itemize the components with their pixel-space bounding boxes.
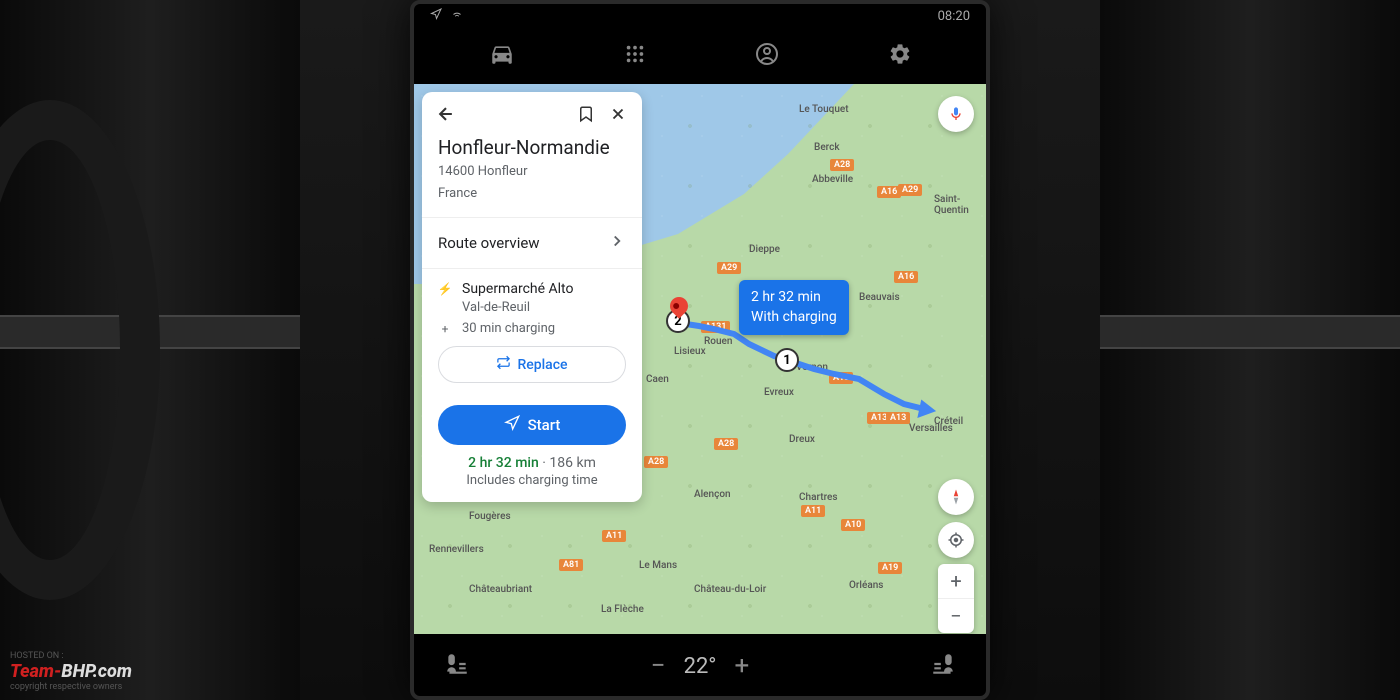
road-badge: A28 bbox=[830, 159, 854, 171]
route-info-card: Honfleur-Normandie 14600 Honfleur France… bbox=[422, 92, 642, 502]
plus-icon: + bbox=[438, 322, 452, 336]
trip-distance: 186 km bbox=[549, 455, 595, 471]
road-badge: A13 bbox=[886, 412, 910, 424]
clock: 08:20 bbox=[938, 9, 970, 24]
start-button[interactable]: Start bbox=[438, 405, 626, 445]
city-label: Château-du-Loir bbox=[694, 584, 766, 595]
back-button[interactable] bbox=[434, 102, 458, 126]
road-badge: A131 bbox=[701, 321, 730, 333]
stop-name: Supermarché Alto bbox=[462, 281, 573, 297]
trip-summary: 2 hr 32 min · 186 km Includes charging t… bbox=[438, 455, 626, 488]
temperature-display: 22° bbox=[684, 654, 717, 679]
road-badge: A29 bbox=[898, 184, 922, 196]
trip-duration: 2 hr 32 min bbox=[468, 455, 539, 471]
voice-mic-button[interactable] bbox=[938, 96, 974, 132]
road-badge: A11 bbox=[801, 505, 825, 517]
climate-bar: − 22° + bbox=[414, 636, 986, 696]
city-label: Abbeville bbox=[812, 174, 853, 185]
charging-stop-section: ⚡ Supermarché Alto Val-de-Reuil + 30 min… bbox=[422, 269, 642, 395]
location-icon bbox=[430, 8, 442, 24]
route-overview-label: Route overview bbox=[438, 234, 540, 252]
zoom-in-button[interactable]: + bbox=[938, 564, 974, 598]
watermark-hosted: HOSTED ON : bbox=[10, 651, 132, 661]
compass-button[interactable] bbox=[938, 479, 974, 515]
car-icon[interactable] bbox=[489, 41, 515, 71]
road-badge: A19 bbox=[878, 562, 902, 574]
stop-location: Val-de-Reuil bbox=[462, 300, 626, 315]
city-label: La Flèche bbox=[601, 604, 644, 615]
stop-charging-time: 30 min charging bbox=[462, 321, 555, 336]
city-label: Créteil bbox=[934, 416, 963, 427]
destination-name: Honfleur-Normandie bbox=[438, 136, 626, 159]
road-badge: A81 bbox=[559, 559, 583, 571]
swap-icon bbox=[496, 355, 511, 374]
road-badge: A13 bbox=[829, 372, 853, 384]
steering-wheel bbox=[0, 100, 160, 600]
profile-icon[interactable] bbox=[755, 42, 779, 70]
city-label: Evreux bbox=[764, 387, 794, 398]
watermark-brand-2: BHP.com bbox=[61, 661, 132, 682]
route-tooltip: 2 hr 32 min With charging bbox=[739, 280, 849, 335]
chevron-right-icon bbox=[608, 232, 626, 254]
city-label: Dieppe bbox=[749, 244, 780, 255]
temp-up-button[interactable]: + bbox=[735, 651, 750, 681]
watermark-brand-1: Team- bbox=[10, 661, 61, 682]
road-badge: A10 bbox=[841, 519, 865, 531]
navigate-icon bbox=[504, 415, 520, 435]
seat-driver-icon[interactable] bbox=[444, 651, 470, 681]
route-overview-row[interactable]: Route overview bbox=[422, 218, 642, 269]
city-label: Vernon bbox=[796, 362, 828, 373]
locate-me-button[interactable] bbox=[938, 522, 974, 558]
city-label: Rouen bbox=[704, 336, 732, 347]
app-nav-bar bbox=[414, 28, 986, 84]
map-viewport[interactable]: Le Touquet Berck Abbeville Dieppe Beauva… bbox=[414, 84, 986, 634]
replace-button[interactable]: Replace bbox=[438, 346, 626, 383]
bolt-icon: ⚡ bbox=[438, 282, 452, 296]
trip-note: Includes charging time bbox=[438, 473, 626, 488]
city-label: Saint-Quentin bbox=[934, 194, 986, 216]
city-label: Fougères bbox=[469, 511, 511, 522]
city-label: Alençon bbox=[694, 489, 731, 500]
road-badge: A28 bbox=[644, 456, 668, 468]
zoom-out-button[interactable]: − bbox=[938, 599, 974, 633]
watermark-copyright: copyright respective owners bbox=[10, 682, 132, 692]
city-label: Dreux bbox=[789, 434, 815, 445]
city-label: Le Mans bbox=[639, 560, 677, 571]
tooltip-note: With charging bbox=[751, 308, 837, 328]
apps-grid-icon[interactable] bbox=[624, 43, 646, 69]
city-label: Beauvais bbox=[859, 292, 900, 303]
settings-gear-icon[interactable] bbox=[888, 42, 912, 70]
city-label: Lisieux bbox=[674, 346, 706, 357]
car-interior-left bbox=[0, 0, 300, 700]
start-label: Start bbox=[528, 416, 561, 434]
zoom-controls: + − bbox=[938, 564, 974, 633]
city-label: Châteaubriant bbox=[469, 584, 532, 595]
destination-address-2: France bbox=[438, 185, 626, 203]
tooltip-duration: 2 hr 32 min bbox=[751, 288, 837, 308]
city-label: Rennevillers bbox=[429, 544, 484, 555]
seat-passenger-icon[interactable] bbox=[930, 651, 956, 681]
card-header bbox=[422, 92, 642, 136]
car-interior-right bbox=[1100, 0, 1400, 700]
road-badge: A11 bbox=[602, 530, 626, 542]
road-badge: A16 bbox=[894, 271, 918, 283]
watermark: HOSTED ON : Team-BHP.com copyright respe… bbox=[10, 651, 132, 692]
infotainment-screen: 08:20 Le Touquet Berck Abbeville bbox=[410, 0, 990, 700]
bookmark-icon[interactable] bbox=[574, 102, 598, 126]
temp-down-button[interactable]: − bbox=[651, 651, 666, 681]
close-icon[interactable] bbox=[606, 102, 630, 126]
road-badge: A28 bbox=[714, 438, 738, 450]
city-label: Orléans bbox=[849, 580, 883, 591]
status-bar: 08:20 bbox=[414, 4, 986, 28]
city-label: Le Touquet bbox=[799, 104, 849, 115]
city-label: Berck bbox=[814, 142, 840, 153]
city-label: Chartres bbox=[799, 492, 838, 503]
city-label: Caen bbox=[646, 374, 669, 385]
replace-label: Replace bbox=[517, 357, 567, 373]
destination-address-1: 14600 Honfleur bbox=[438, 163, 626, 181]
wifi-icon bbox=[450, 8, 464, 24]
road-badge: A29 bbox=[717, 262, 741, 274]
waypoint-1[interactable]: 1 bbox=[775, 348, 799, 372]
